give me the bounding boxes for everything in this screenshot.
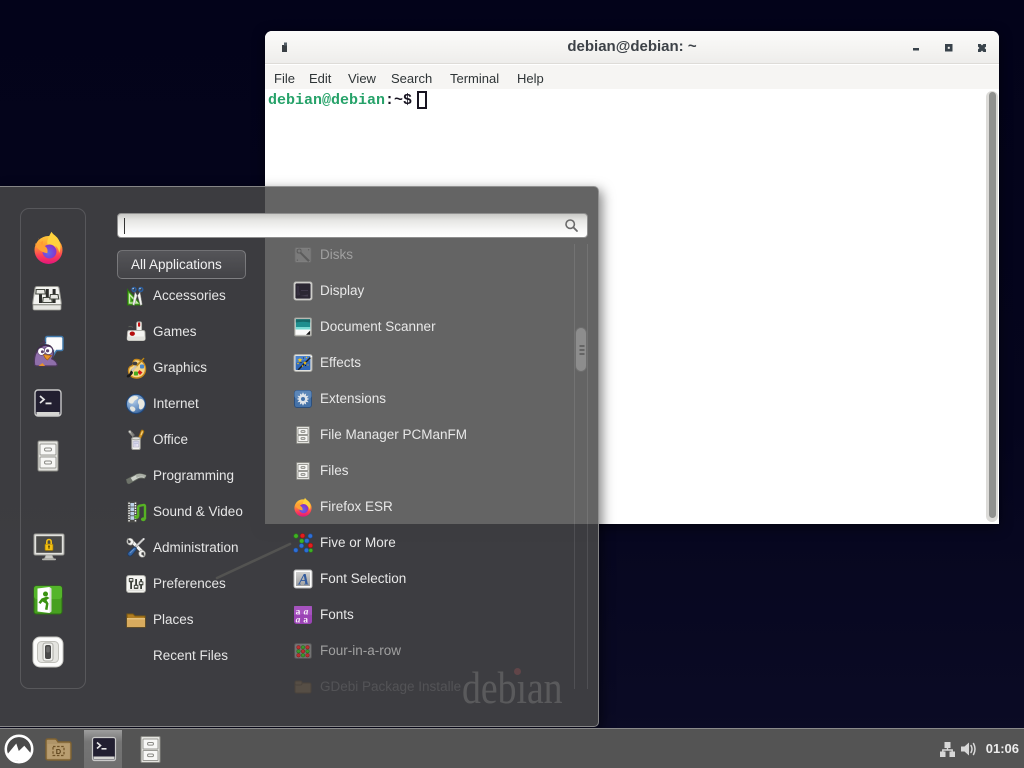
svg-text:a: a	[296, 616, 301, 625]
svg-text:a: a	[303, 616, 308, 625]
svg-text:D: D	[56, 747, 62, 756]
svg-text:A: A	[297, 572, 309, 589]
